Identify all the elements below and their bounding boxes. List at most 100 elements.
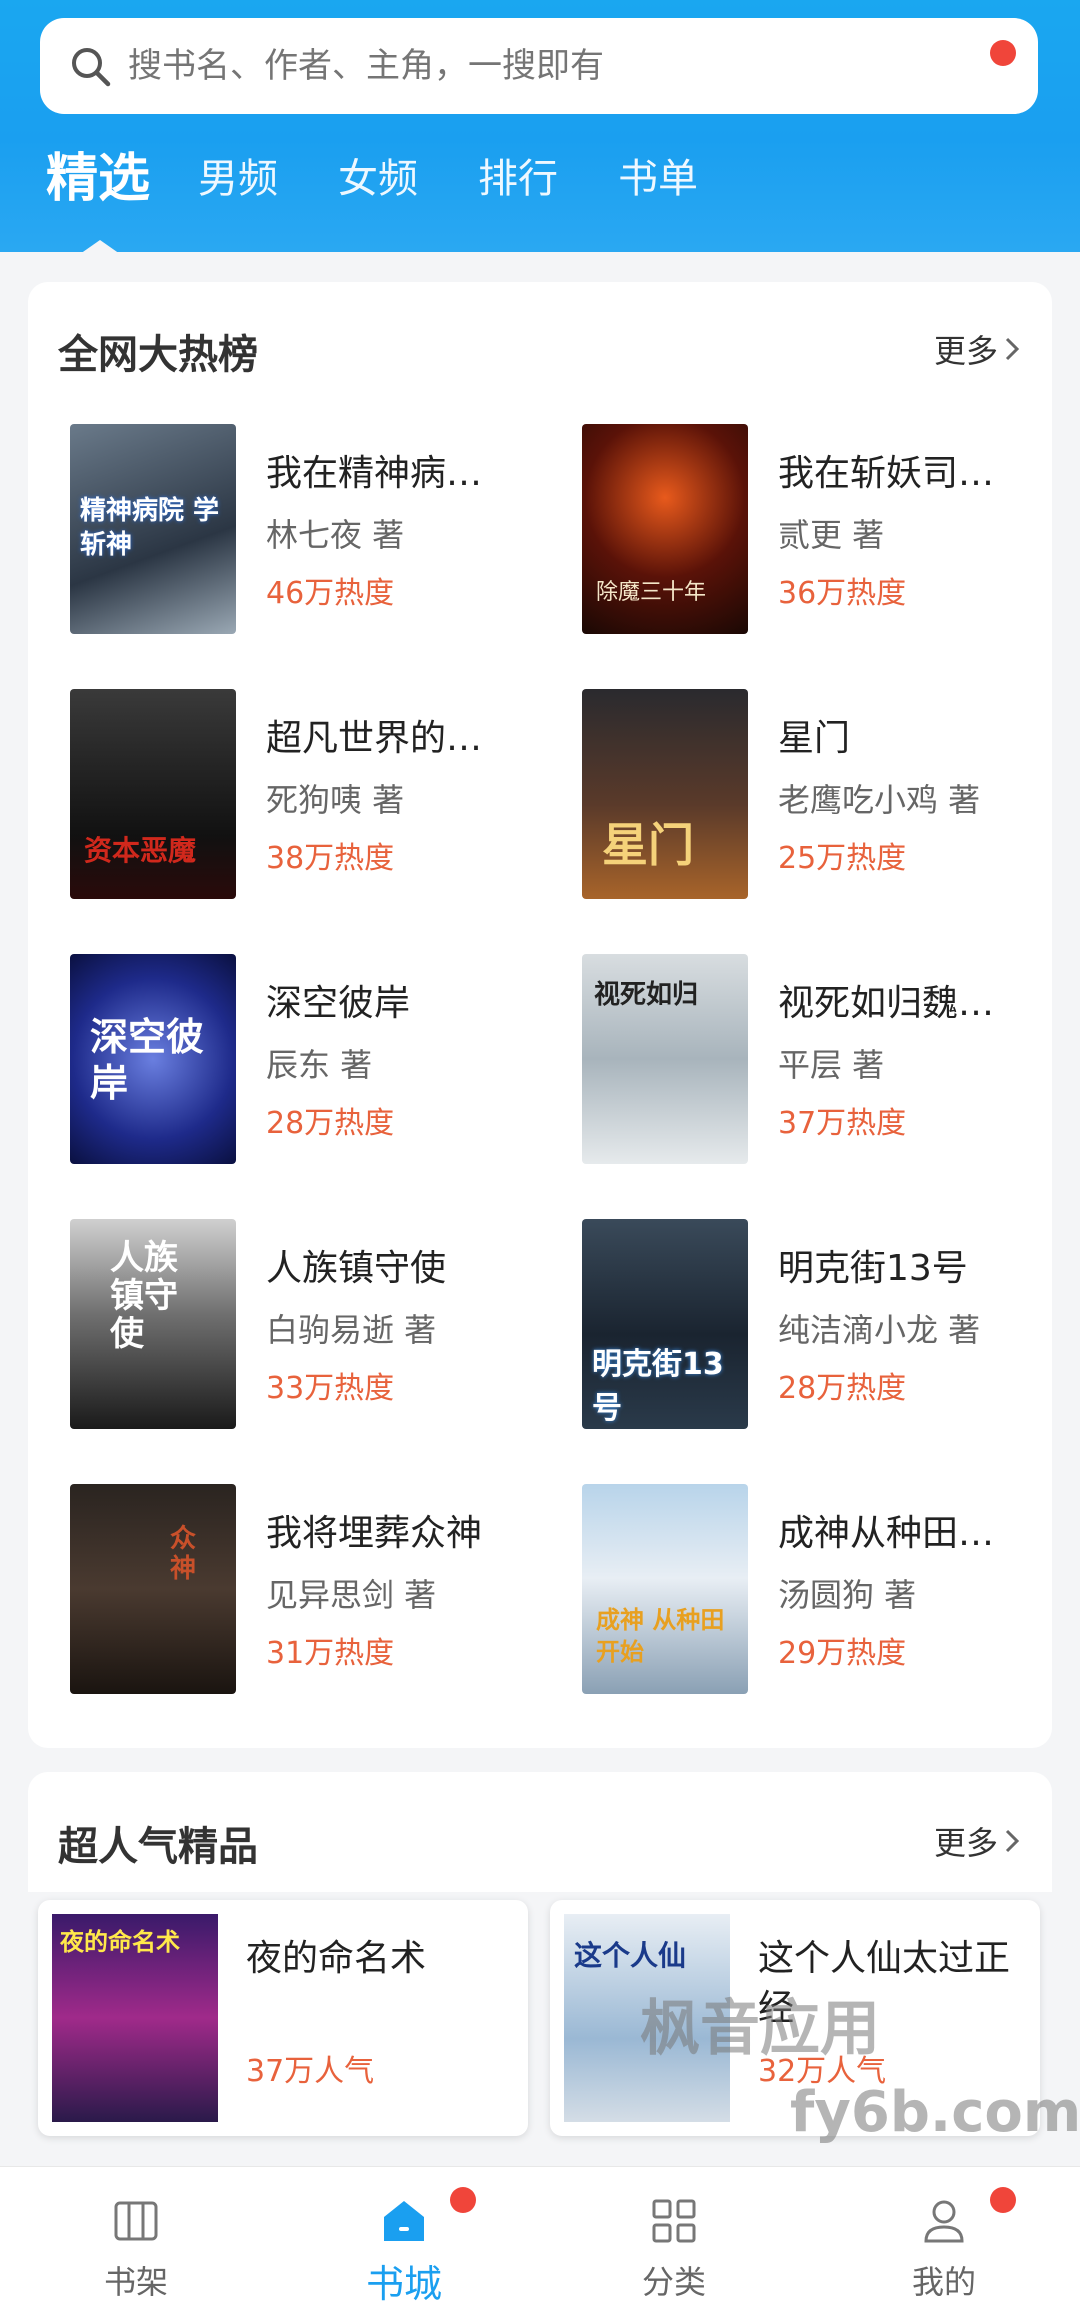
cover-text: 资本恶魔	[84, 834, 197, 867]
tab-ranking[interactable]: 排行	[478, 152, 558, 206]
book-item[interactable]: 深空彼岸 深空彼岸 辰东 著 28万热度	[70, 954, 550, 1164]
chevron-right-icon	[1005, 1829, 1020, 1853]
book-title: 星门	[778, 718, 851, 759]
cover-text: 深空彼岸	[90, 1015, 205, 1105]
hot-list-card: 全网大热榜 更多 精神病院 学斩神 我在精神病… 林七夜 著 46万热度 除魔三…	[28, 282, 1052, 1748]
popular-book-card[interactable]: 夜的命名术 夜的命名术 37万人气	[38, 1900, 528, 2136]
book-title: 我将埋葬众神	[266, 1513, 483, 1554]
nav-bookstore[interactable]: 书城	[304, 2167, 504, 2317]
book-heat: 38万热度	[266, 841, 395, 876]
bottom-nav: 书架 书城 分类 我的	[0, 2166, 1080, 2317]
search-bar[interactable]	[40, 18, 1038, 114]
nav-label: 分类	[641, 2263, 706, 2301]
book-title: 成神从种田…	[778, 1513, 995, 1554]
book-cover: 资本恶魔	[70, 689, 236, 899]
book-item[interactable]: 星门 星门 老鹰吃小鸡 著 25万热度	[582, 689, 1062, 899]
book-heat: 29万热度	[778, 1636, 907, 1671]
book-item[interactable]: 精神病院 学斩神 我在精神病… 林七夜 著 46万热度	[70, 424, 550, 634]
cover-text: 成神 从种田开始	[596, 1606, 725, 1666]
book-author: 老鹰吃小鸡 著	[778, 781, 981, 819]
book-item[interactable]: 除魔三十年 我在斩妖司… 贰更 著 36万热度	[582, 424, 1062, 634]
book-title: 我在精神病…	[266, 453, 483, 494]
notification-dot	[990, 2187, 1016, 2213]
book-cover: 精神病院 学斩神	[70, 424, 236, 634]
cover-text: 夜的命名术	[60, 1928, 180, 1956]
nav-bookshelf[interactable]: 书架	[36, 2167, 236, 2317]
nav-category[interactable]: 分类	[574, 2167, 774, 2317]
tab-featured[interactable]: 精选	[46, 152, 150, 206]
search-input[interactable]	[126, 45, 1038, 87]
book-cover: 星门	[582, 689, 748, 899]
book-cover: 夜的命名术	[52, 1914, 218, 2122]
book-cover: 视死如归	[582, 954, 748, 1164]
book-title: 人族镇守使	[266, 1248, 447, 1289]
book-item[interactable]: 明克街13号 明克街13号 纯洁滴小龙 著 28万热度	[582, 1219, 1062, 1429]
book-title: 我在斩妖司…	[778, 453, 995, 494]
book-heat: 33万热度	[266, 1371, 395, 1406]
watermark: 枫音应用	[640, 1994, 880, 2064]
more-link[interactable]: 更多	[934, 1818, 1020, 1864]
book-cover: 众神	[70, 1484, 236, 1694]
search-icon	[72, 48, 111, 87]
book-author: 平层 著	[778, 1046, 885, 1084]
watermark-url: fy6b.com	[790, 2080, 1080, 2145]
user-icon	[924, 2200, 964, 2243]
book-item[interactable]: 成神 从种田开始 成神从种田… 汤圆狗 著 29万热度	[582, 1484, 1062, 1694]
more-label: 更多	[933, 1824, 998, 1862]
book-heat: 46万热度	[266, 576, 395, 611]
book-title: 深空彼岸	[266, 983, 411, 1024]
book-title: 视死如归魏…	[778, 983, 995, 1024]
cover-text: 除魔三十年	[596, 580, 707, 605]
nav-label: 我的	[911, 2263, 976, 2301]
tab-booklist[interactable]: 书单	[618, 152, 698, 206]
book-author: 林七夜 著	[266, 516, 405, 554]
nav-profile[interactable]: 我的	[844, 2167, 1044, 2317]
nav-label: 书城	[365, 2262, 442, 2306]
book-author: 汤圆狗 著	[778, 1576, 917, 1614]
notification-dot	[990, 40, 1016, 66]
book-cover: 除魔三十年	[582, 424, 748, 634]
book-item[interactable]: 人族镇守使 人族镇守使 白驹易逝 著 33万热度	[70, 1219, 550, 1429]
book-heat: 28万热度	[778, 1371, 907, 1406]
book-author: 贰更 著	[778, 516, 885, 554]
cover-text: 众神	[170, 1524, 197, 1584]
cover-text: 这个人仙	[574, 1939, 687, 1972]
nav-label: 书架	[103, 2263, 168, 2301]
grid-icon	[652, 2199, 696, 2243]
book-item[interactable]: 资本恶魔 超凡世界的… 死狗咦 著 38万热度	[70, 689, 550, 899]
section-title: 全网大热榜	[58, 332, 258, 378]
book-cover: 成神 从种田开始	[582, 1484, 748, 1694]
cover-text: 星门	[602, 818, 694, 872]
active-tab-indicator	[80, 240, 120, 254]
cover-text: 人族镇守使	[110, 1238, 178, 1354]
book-author: 纯洁滴小龙 著	[778, 1311, 981, 1349]
section-title: 超人气精品	[58, 1824, 258, 1870]
more-label: 更多	[933, 332, 998, 370]
cover-text: 精神病院 学斩神	[80, 496, 220, 560]
notification-dot	[450, 2187, 476, 2213]
book-heat: 25万热度	[778, 841, 907, 876]
bookshelf-icon	[114, 2201, 158, 2241]
book-title: 夜的命名术	[246, 1938, 427, 1979]
cover-text: 视死如归	[594, 980, 699, 1010]
book-cover: 深空彼岸	[70, 954, 236, 1164]
book-heat: 28万热度	[266, 1106, 395, 1141]
book-author: 白驹易逝 著	[266, 1311, 437, 1349]
book-heat: 36万热度	[778, 576, 907, 611]
book-title: 明克街13号	[778, 1248, 968, 1289]
tab-male[interactable]: 男频	[198, 152, 278, 206]
book-title: 超凡世界的…	[266, 718, 483, 759]
book-item[interactable]: 视死如归 视死如归魏… 平层 著 37万热度	[582, 954, 1062, 1164]
book-item[interactable]: 众神 我将埋葬众神 见异思剑 著 31万热度	[70, 1484, 550, 1694]
popular-card: 超人气精品 更多	[28, 1772, 1052, 1892]
chevron-right-icon	[1005, 337, 1020, 361]
more-link[interactable]: 更多	[934, 326, 1020, 372]
book-popularity: 37万人气	[246, 2054, 375, 2089]
book-author: 辰东 著	[266, 1046, 373, 1084]
book-heat: 31万热度	[266, 1636, 395, 1671]
book-author: 死狗咦 著	[266, 781, 405, 819]
tab-female[interactable]: 女频	[338, 152, 418, 206]
header: 精选 男频 女频 排行 书单	[0, 0, 1080, 254]
category-tabs: 精选 男频 女频 排行 书单	[46, 152, 758, 206]
book-cover: 明克街13号	[582, 1219, 748, 1429]
